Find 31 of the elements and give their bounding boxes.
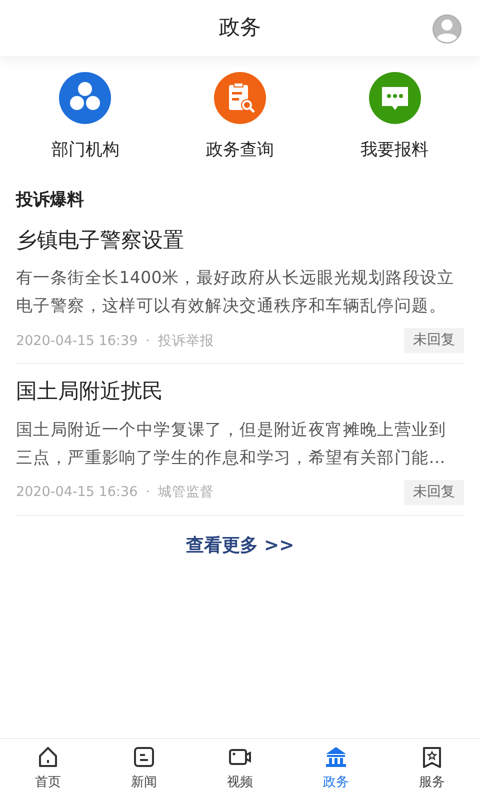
post-time: 2020-04-15 16:36 <box>16 482 138 502</box>
post-excerpt: 国土局附近一个中学复课了，但是附近夜宵摊晚上营业到三点，严重影响了学生的作息和学习，希望有关部门能… <box>16 418 447 469</box>
bookmark-star-icon <box>420 745 444 769</box>
post-title[interactable]: 乡镇电子警察设置 <box>16 227 464 254</box>
clipboard-search-icon[interactable] <box>214 72 266 124</box>
shortcut-label[interactable]: 部门机构 <box>51 138 120 164</box>
organization-icon[interactable] <box>59 72 112 124</box>
section-title: 投诉爆料 <box>16 188 85 212</box>
shortcut-label[interactable]: 我要报料 <box>360 138 429 164</box>
post-title[interactable]: 国土局附近扰民 <box>16 378 464 406</box>
tab-item[interactable]: 视频 <box>210 739 270 794</box>
tab-item[interactable]: 政务 <box>306 739 366 794</box>
status-tag: 未回复 <box>404 480 464 505</box>
more-link[interactable]: 查看更多 >> <box>186 534 294 556</box>
status-tag: 未回复 <box>404 328 464 354</box>
post-category: 城管监督 <box>158 482 214 502</box>
post-time: 2020-04-15 16:39 <box>16 332 138 351</box>
tab-item[interactable]: 服务 <box>402 739 462 794</box>
page-title: 政务 <box>219 14 261 42</box>
separator-dot: · <box>146 332 150 351</box>
tab-item[interactable]: 首页 <box>18 739 78 794</box>
home-icon <box>36 745 60 769</box>
shortcut-label[interactable]: 政务查询 <box>206 138 274 164</box>
news-icon <box>132 745 156 769</box>
post-category: 投诉举报 <box>158 332 214 351</box>
avatar-icon[interactable] <box>432 14 462 44</box>
tab-item[interactable]: 新闻 <box>114 739 174 794</box>
post-excerpt: 有一条街全长1400米，最好政府从长远眼光规划路段设立电子警察，这样可以有效解决交通秩序和车辆乱停问题。 <box>16 267 456 318</box>
government-building-icon <box>324 745 348 769</box>
separator-dot: · <box>146 482 150 502</box>
chat-icon[interactable] <box>368 72 421 124</box>
